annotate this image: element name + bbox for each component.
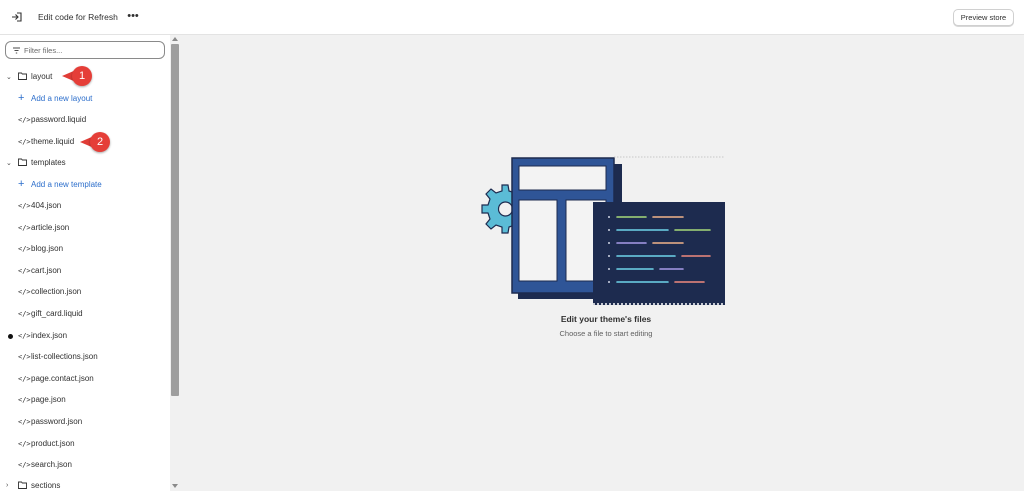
file-item[interactable]: </> gift_card.liquid xyxy=(0,304,168,324)
file-label: page.json xyxy=(31,395,66,405)
code-file-icon: </> xyxy=(18,396,31,405)
scrollbar-thumb[interactable] xyxy=(171,44,179,396)
callout-marker: 2 xyxy=(80,132,116,152)
folder-templates[interactable]: ⌄ templates xyxy=(0,153,168,173)
file-item[interactable]: </> index.json xyxy=(0,326,168,346)
file-label: product.json xyxy=(31,438,75,448)
empty-state-title: Edit your theme's files xyxy=(560,314,652,324)
folder-icon xyxy=(18,158,27,166)
code-file-icon: </> xyxy=(18,353,31,362)
exit-icon[interactable] xyxy=(10,10,24,24)
filter-files-field[interactable] xyxy=(5,41,165,59)
page-title: Edit code for Refresh xyxy=(38,12,118,22)
file-item[interactable]: </> password.json xyxy=(0,412,168,432)
unsaved-indicator-icon xyxy=(8,333,13,339)
filter-icon xyxy=(13,47,20,54)
code-file-icon: </> xyxy=(18,418,31,426)
add-layout-link[interactable]: + Add a new layout xyxy=(0,89,168,109)
file-item[interactable]: </> article.json xyxy=(0,218,168,238)
file-label: search.json xyxy=(31,460,72,470)
more-actions-button[interactable]: ••• xyxy=(125,10,141,24)
code-file-icon: </> xyxy=(18,310,31,318)
code-file-icon: </> xyxy=(18,461,31,470)
folder-label: templates xyxy=(31,158,66,167)
file-item[interactable]: </> 404.json xyxy=(0,196,168,216)
chevron-right-icon[interactable]: › xyxy=(6,482,14,490)
file-label: article.json xyxy=(31,222,70,232)
folder-icon xyxy=(18,481,27,489)
add-layout-label: Add a new layout xyxy=(31,94,93,103)
file-label: password.liquid xyxy=(31,115,87,124)
file-label: list-collections.json xyxy=(31,352,98,362)
empty-state-subtitle: Choose a file to start editing xyxy=(559,329,653,338)
callout-number: 1 xyxy=(72,66,92,86)
file-item[interactable]: </> blog.json xyxy=(0,239,168,259)
file-item[interactable]: </> cart.json xyxy=(0,261,168,281)
file-item[interactable]: </> search.json xyxy=(0,455,168,475)
add-template-label: Add a new template xyxy=(31,180,102,189)
chevron-down-icon[interactable]: ⌄ xyxy=(6,73,14,81)
scroll-down-arrow[interactable] xyxy=(172,484,178,488)
add-template-link[interactable]: + Add a new template xyxy=(0,175,168,195)
file-item[interactable]: </> password.liquid xyxy=(0,110,168,130)
file-label: index.json xyxy=(31,330,68,340)
file-label: blog.json xyxy=(31,244,64,254)
file-label: theme.liquid xyxy=(31,137,75,146)
chevron-down-icon[interactable]: ⌄ xyxy=(6,159,14,167)
code-file-icon: </> xyxy=(18,116,31,124)
filter-files-input[interactable] xyxy=(24,44,159,56)
plus-icon: + xyxy=(18,178,25,190)
code-file-icon: </> xyxy=(18,245,31,254)
file-label: password.json xyxy=(31,417,83,426)
file-item[interactable]: </> product.json xyxy=(0,434,168,454)
folder-label: layout xyxy=(31,72,53,81)
editor-area: Edit your theme's files Choose a file to… xyxy=(180,35,1024,491)
code-file-icon: </> xyxy=(18,439,31,448)
folder-sections[interactable]: › sections xyxy=(0,476,168,491)
folder-icon xyxy=(18,72,27,80)
code-file-icon: </> xyxy=(18,202,31,210)
code-file-icon: </> xyxy=(18,331,31,340)
folder-label: sections xyxy=(31,481,61,490)
sidebar-scrollbar[interactable] xyxy=(170,35,180,491)
top-bar: Edit code for Refresh ••• Preview store xyxy=(0,0,1024,35)
file-label: cart.json xyxy=(31,265,62,275)
callout-number: 2 xyxy=(90,132,110,152)
file-label: gift_card.liquid xyxy=(31,309,83,318)
code-file-icon: </> xyxy=(18,288,31,297)
code-file-icon: </> xyxy=(18,374,31,383)
file-item[interactable]: </> collection.json xyxy=(0,282,168,302)
code-file-icon: </> xyxy=(18,266,31,275)
file-label: 404.json xyxy=(31,201,62,210)
code-file-icon: </> xyxy=(18,138,31,146)
file-item[interactable]: </> list-collections.json xyxy=(0,347,168,367)
file-item[interactable]: </> page.json xyxy=(0,390,168,410)
file-item[interactable]: </> page.contact.json xyxy=(0,369,168,389)
preview-store-button[interactable]: Preview store xyxy=(953,9,1014,26)
code-file-icon: </> xyxy=(18,223,31,232)
file-label: page.contact.json xyxy=(31,373,94,383)
file-sidebar: ⌄ layout + Add a new layout </> password… xyxy=(0,35,180,491)
plus-icon: + xyxy=(18,92,25,104)
scroll-up-arrow[interactable] xyxy=(172,37,178,41)
callout-marker: 1 xyxy=(62,66,98,86)
theme-files-illustration xyxy=(481,156,725,305)
file-label: collection.json xyxy=(31,287,82,297)
